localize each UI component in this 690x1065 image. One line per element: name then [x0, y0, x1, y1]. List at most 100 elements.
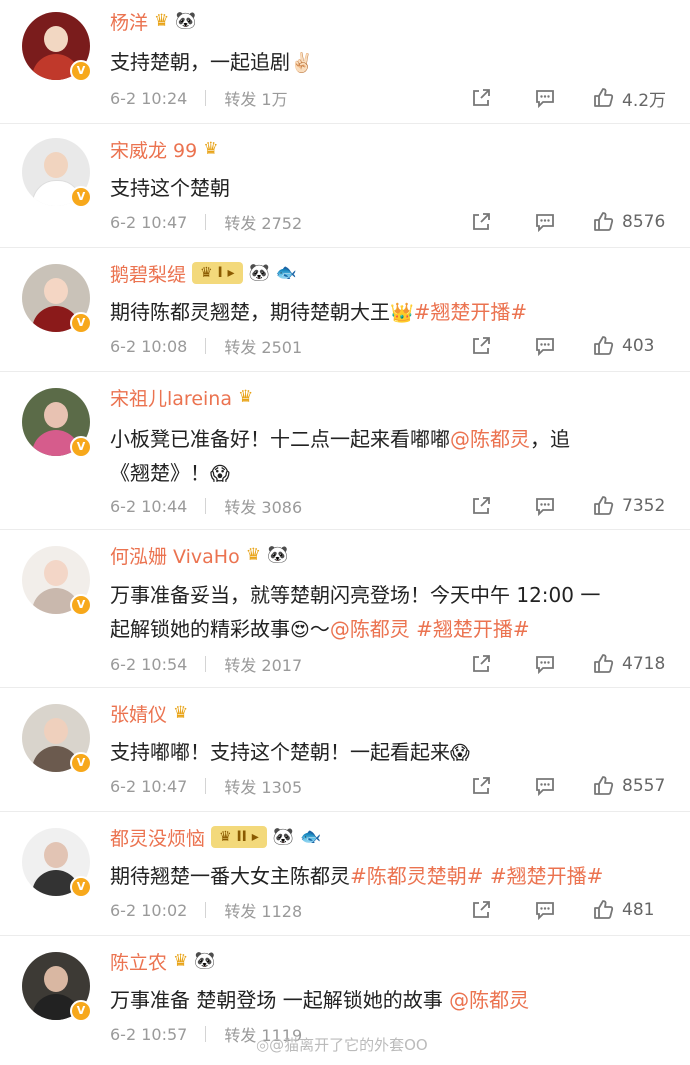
repost-count: 转发 2501	[224, 338, 303, 357]
like-icon[interactable]	[592, 775, 614, 797]
like-icon[interactable]	[592, 87, 614, 109]
verified-icon: V	[70, 594, 92, 616]
avatar[interactable]: V	[22, 12, 92, 82]
like-count: 4.2万	[622, 90, 667, 111]
comment-text: 期待翘楚一番大女主陈都灵#陈都灵楚朝# #翘楚开播#	[110, 864, 604, 888]
share-icon[interactable]	[470, 87, 492, 109]
divider	[205, 778, 207, 794]
comment-icon[interactable]	[534, 775, 556, 797]
mention-link[interactable]: @陈都灵	[449, 988, 529, 1012]
like-count: 8576	[622, 212, 666, 232]
like-icon[interactable]	[592, 211, 614, 233]
share-icon[interactable]	[470, 775, 492, 797]
avatar[interactable]: V	[22, 952, 92, 1022]
avatar[interactable]: V	[22, 138, 92, 208]
topic-link[interactable]: #翘楚开播#	[490, 864, 604, 888]
verified-icon: V	[70, 436, 92, 458]
like-icon[interactable]	[592, 495, 614, 517]
like-icon[interactable]	[592, 899, 614, 921]
timestamp: 6-2 10:08	[110, 336, 188, 356]
verified-icon: V	[70, 312, 92, 334]
panda-icon: 🐼	[194, 951, 216, 971]
like-count: 481	[622, 900, 655, 920]
username[interactable]: 都灵没烦恼	[110, 824, 205, 851]
verified-icon: V	[70, 752, 92, 774]
comment-text: 支持楚朝，一起追剧✌🏻	[110, 50, 314, 74]
share-icon[interactable]	[470, 899, 492, 921]
comment-item: V 何泓姗 VivaHo ♛ 🐼 万事准备妥当，就等楚朝闪亮登场！今天中午 12…	[0, 530, 690, 688]
share-icon[interactable]	[470, 335, 492, 357]
topic-link[interactable]: #翘楚开播#	[416, 617, 530, 641]
timestamp: 6-2 10:54	[110, 654, 188, 674]
like-icon[interactable]	[592, 335, 614, 357]
avatar[interactable]: V	[22, 388, 92, 458]
comment-icon[interactable]	[534, 87, 556, 109]
timestamp: 6-2 10:47	[110, 776, 188, 796]
comment-text: 小板凳已准备好！十二点一起来看嘟嘟@陈都灵，追 《翘楚》！😱	[110, 427, 570, 485]
divider	[205, 1026, 207, 1042]
username[interactable]: 何泓姗 VivaHo	[110, 542, 240, 569]
like-icon[interactable]	[592, 653, 614, 675]
comment-icon[interactable]	[534, 653, 556, 675]
timestamp: 6-2 10:57	[110, 1024, 188, 1044]
username[interactable]: 陈立农	[110, 948, 167, 975]
divider	[205, 338, 207, 354]
fish-icon: 🐟	[299, 827, 322, 847]
crown-level-icon: ♛ I ▸	[192, 262, 243, 284]
verified-icon: V	[70, 876, 92, 898]
avatar[interactable]: V	[22, 828, 92, 898]
repost-count: 转发 3086	[224, 498, 303, 517]
weibo-logo-icon: ◎	[256, 1036, 270, 1054]
panda-icon: 🐼	[272, 827, 294, 847]
topic-link[interactable]: #翘楚开播#	[414, 300, 528, 324]
like-count: 8557	[622, 776, 666, 796]
timestamp: 6-2 10:44	[110, 496, 188, 516]
crown-icon: ♛	[173, 703, 189, 723]
avatar[interactable]: V	[22, 264, 92, 334]
panda-icon: 🐼	[248, 263, 270, 283]
comment-text: 支持这个楚朝	[110, 176, 230, 200]
like-count: 403	[622, 336, 655, 356]
crown-icon: ♛	[203, 139, 219, 159]
comment-icon[interactable]	[534, 495, 556, 517]
divider	[205, 498, 207, 514]
avatar[interactable]: V	[22, 546, 92, 616]
verified-icon: V	[70, 60, 92, 82]
comment-text: 万事准备 楚朝登场 一起解锁她的故事 @陈都灵	[110, 988, 530, 1012]
comment-icon[interactable]	[534, 335, 556, 357]
mention-link[interactable]: @陈都灵	[450, 427, 530, 451]
crown-icon: ♛	[237, 387, 254, 407]
crown-icon: ♛	[245, 545, 261, 565]
avatar[interactable]: V	[22, 704, 92, 774]
divider	[205, 656, 207, 672]
timestamp: 6-2 10:47	[110, 212, 188, 232]
comment-item: V 宋祖儿lareina ♛ 小板凳已准备好！十二点一起来看嘟嘟@陈都灵，追 《…	[0, 372, 690, 530]
divider	[205, 902, 207, 918]
topic-link[interactable]: #陈都灵楚朝#	[350, 864, 484, 888]
repost-count: 转发 1128	[224, 902, 303, 921]
comment-text: 期待陈都灵翘楚，期待楚朝大王👑#翘楚开播#	[110, 300, 528, 324]
username[interactable]: 张婧仪	[110, 700, 167, 727]
username[interactable]: 杨洋	[110, 8, 148, 35]
repost-count: 转发 1万	[224, 90, 288, 109]
share-icon[interactable]	[470, 211, 492, 233]
username[interactable]: 宋威龙 99	[110, 136, 197, 163]
comment-item: V 鹅碧梨缇 ♛ I ▸ 🐼 🐟 期待陈都灵翘楚，期待楚朝大王👑#翘楚开播# 6…	[0, 248, 690, 372]
username[interactable]: 鹅碧梨缇	[110, 260, 186, 287]
share-icon[interactable]	[470, 495, 492, 517]
comment-icon[interactable]	[534, 211, 556, 233]
panda-icon: 🐼	[266, 545, 289, 565]
username[interactable]: 宋祖儿lareina	[110, 384, 232, 411]
like-count: 4718	[622, 654, 666, 674]
comment-icon[interactable]	[534, 899, 556, 921]
divider	[205, 214, 207, 230]
comment-text: 支持嘟嘟！支持这个楚朝！一起看起来😱	[110, 740, 470, 764]
crown-icon: ♛	[173, 951, 189, 971]
comment-item: V 都灵没烦恼 ♛ II ▸ 🐼 🐟 期待翘楚一番大女主陈都灵#陈都灵楚朝# #…	[0, 812, 690, 936]
comment-item: V 张婧仪 ♛ 支持嘟嘟！支持这个楚朝！一起看起来😱 6-2 10:47 转发 …	[0, 688, 690, 812]
share-icon[interactable]	[470, 653, 492, 675]
verified-icon: V	[70, 1000, 92, 1022]
panda-icon: 🐼	[175, 11, 197, 31]
crown-icon: ♛	[154, 11, 170, 31]
mention-link[interactable]: @陈都灵	[330, 617, 410, 641]
